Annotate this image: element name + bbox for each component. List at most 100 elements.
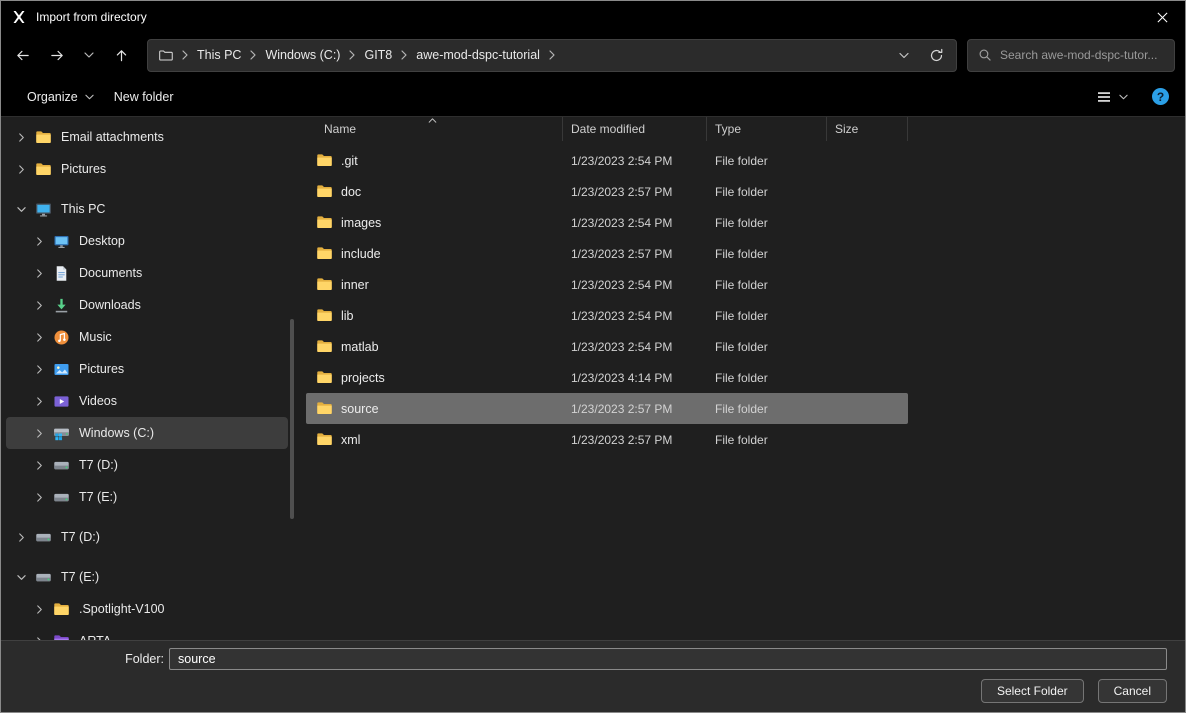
sidebar-item-email-attachments[interactable]: Email attachments xyxy=(6,121,288,153)
tree-collapsed-chevron-icon[interactable] xyxy=(15,163,27,175)
file-list-body: .git1/23/2023 2:54 PMFile folderdoc1/23/… xyxy=(306,145,1185,455)
file-row-xml[interactable]: xml1/23/2023 2:57 PMFile folder xyxy=(306,424,908,455)
cancel-button[interactable]: Cancel xyxy=(1098,679,1167,703)
breadcrumb-chevron-icon[interactable] xyxy=(549,50,555,60)
file-name-label: .git xyxy=(341,154,358,168)
sidebar-item-label: Pictures xyxy=(61,162,106,176)
breadcrumb-chevron-icon[interactable] xyxy=(349,50,355,60)
tree-collapsed-chevron-icon[interactable] xyxy=(33,459,45,471)
sidebar-item-downloads[interactable]: Downloads xyxy=(6,289,288,321)
sidebar-item-spotlight-v100[interactable]: .Spotlight-V100 xyxy=(6,593,288,625)
music-icon xyxy=(53,329,70,346)
column-header-type[interactable]: Type xyxy=(707,117,827,141)
tree-collapsed-chevron-icon[interactable] xyxy=(33,427,45,439)
breadcrumb-item-this-pc[interactable]: This PC xyxy=(190,45,248,65)
breadcrumb-item-git8[interactable]: GIT8 xyxy=(357,45,399,65)
column-header-name[interactable]: Name xyxy=(306,117,563,141)
breadcrumb-chevron-icon[interactable] xyxy=(401,50,407,60)
file-row-doc[interactable]: doc1/23/2023 2:57 PMFile folder xyxy=(306,176,908,207)
file-type-cell: File folder xyxy=(707,393,827,424)
folder-icon xyxy=(316,214,333,231)
sidebar-item-label: This PC xyxy=(61,202,105,216)
sidebar-item-documents[interactable]: Documents xyxy=(6,257,288,289)
folder-icon xyxy=(316,276,333,293)
sidebar-item-windows-c[interactable]: Windows (C:) xyxy=(6,417,288,449)
view-button[interactable] xyxy=(1086,83,1138,111)
sidebar-item-videos[interactable]: Videos xyxy=(6,385,288,417)
tree-expanded-chevron-icon[interactable] xyxy=(15,203,27,215)
file-name-cell: doc xyxy=(306,176,563,207)
pictures-icon xyxy=(53,361,70,378)
sidebar-item-label: .Spotlight-V100 xyxy=(79,602,164,616)
close-icon xyxy=(1156,11,1169,24)
file-row-images[interactable]: images 1/23/2023 2:54 PMFile folder xyxy=(306,207,908,238)
file-size-cell xyxy=(827,393,908,424)
refresh-icon[interactable] xyxy=(929,48,944,63)
folder-icon xyxy=(316,338,333,355)
toolbar-right-group: ? xyxy=(1086,83,1169,111)
tree-collapsed-chevron-icon[interactable] xyxy=(33,331,45,343)
file-row-lib[interactable]: lib1/23/2023 2:54 PMFile folder xyxy=(306,300,908,331)
search-box[interactable] xyxy=(967,39,1175,72)
forward-button[interactable] xyxy=(42,40,72,70)
sidebar-item-desktop[interactable]: Desktop xyxy=(6,225,288,257)
tree-collapsed-chevron-icon[interactable] xyxy=(15,131,27,143)
sidebar-item-pictures[interactable]: Pictures xyxy=(6,153,288,185)
column-header-date-modified[interactable]: Date modified xyxy=(563,117,707,141)
breadcrumb-chevron-icon[interactable] xyxy=(250,50,256,60)
file-row-include[interactable]: include1/23/2023 2:57 PMFile folder xyxy=(306,238,908,269)
file-row-source[interactable]: source1/23/2023 2:57 PMFile folder xyxy=(306,393,908,424)
tree-expanded-chevron-icon[interactable] xyxy=(15,571,27,583)
sidebar-item-this-pc[interactable]: This PC xyxy=(6,193,288,225)
sidebar-item-pictures[interactable]: Pictures xyxy=(6,353,288,385)
tree-collapsed-chevron-icon[interactable] xyxy=(33,395,45,407)
back-button[interactable] xyxy=(7,40,37,70)
folder-icon xyxy=(316,245,333,262)
footer-bar: Folder: Select Folder Cancel xyxy=(1,640,1185,712)
tree-collapsed-chevron-icon[interactable] xyxy=(33,603,45,615)
close-button[interactable] xyxy=(1139,1,1185,33)
folder-name-input[interactable] xyxy=(169,648,1167,670)
tree-collapsed-chevron-icon[interactable] xyxy=(33,235,45,247)
sidebar-scrollbar[interactable] xyxy=(290,319,294,519)
tree-collapsed-chevron-icon[interactable] xyxy=(33,267,45,279)
tree-collapsed-chevron-icon[interactable] xyxy=(33,491,45,503)
sidebar-item-label: Email attachments xyxy=(61,130,164,144)
sidebar-item-arta[interactable]: ARTA xyxy=(6,625,288,640)
column-header-size[interactable]: Size xyxy=(827,117,908,141)
sidebar-item-label: T7 (D:) xyxy=(61,530,100,544)
sidebar-item-t7-e[interactable]: T7 (E:) xyxy=(6,481,288,513)
details-view-icon xyxy=(1096,89,1112,105)
organize-button[interactable]: Organize xyxy=(17,84,104,110)
address-dropdown-icon[interactable] xyxy=(899,52,909,59)
up-button[interactable] xyxy=(106,40,136,70)
search-input[interactable] xyxy=(1000,48,1164,62)
file-row-matlab[interactable]: matlab1/23/2023 2:54 PMFile folder xyxy=(306,331,908,362)
file-row-inner[interactable]: inner1/23/2023 2:54 PMFile folder xyxy=(306,269,908,300)
sidebar-item-t7-e[interactable]: T7 (E:) xyxy=(6,561,288,593)
file-row-git[interactable]: .git1/23/2023 2:54 PMFile folder xyxy=(306,145,908,176)
breadcrumb-item-windows-c[interactable]: Windows (C:) xyxy=(258,45,347,65)
new-folder-button[interactable]: New folder xyxy=(104,84,184,110)
file-date-cell: 1/23/2023 2:54 PM xyxy=(563,207,707,238)
folder-purple-icon xyxy=(53,633,70,641)
sidebar-item-music[interactable]: Music xyxy=(6,321,288,353)
chevron-down-icon xyxy=(85,94,94,100)
sidebar-item-label: Videos xyxy=(79,394,117,408)
file-size-cell xyxy=(827,207,908,238)
help-button[interactable]: ? xyxy=(1152,88,1169,105)
recent-locations-button[interactable] xyxy=(77,40,101,70)
sidebar-item-t7-d[interactable]: T7 (D:) xyxy=(6,449,288,481)
breadcrumb-chevron-icon[interactable] xyxy=(182,50,188,60)
file-type-cell: File folder xyxy=(707,207,827,238)
file-row-projects[interactable]: projects1/23/2023 4:14 PMFile folder xyxy=(306,362,908,393)
tree-collapsed-chevron-icon[interactable] xyxy=(33,299,45,311)
tree-collapsed-chevron-icon[interactable] xyxy=(33,363,45,375)
address-bar[interactable]: This PC Windows (C:) GIT8 awe-mod-dspc-tuto… xyxy=(147,39,957,72)
sidebar-item-t7-d[interactable]: T7 (D:) xyxy=(6,521,288,553)
tree-collapsed-chevron-icon[interactable] xyxy=(15,531,27,543)
breadcrumb-item-awe-mod-dspc-tutorial[interactable]: awe-mod-dspc-tutorial xyxy=(409,45,547,65)
select-folder-button[interactable]: Select Folder xyxy=(981,679,1084,703)
file-name-label: images xyxy=(341,216,381,230)
address-folder-icon xyxy=(158,48,173,63)
